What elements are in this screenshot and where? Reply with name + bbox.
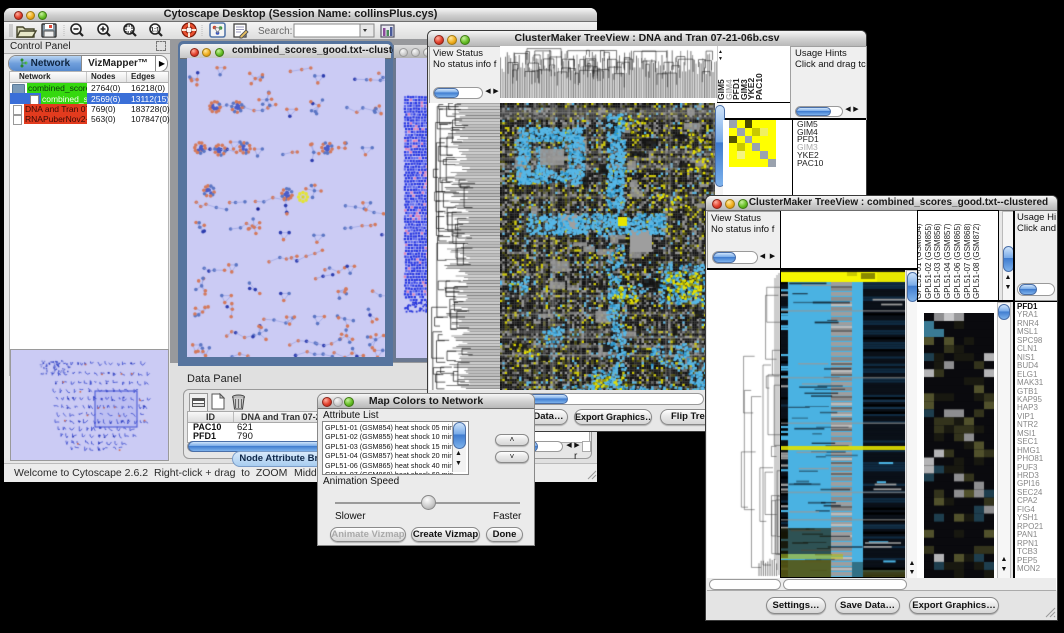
svg-text:1:1: 1:1 — [151, 28, 160, 34]
svg-text:Search:: Search: — [258, 26, 292, 37]
